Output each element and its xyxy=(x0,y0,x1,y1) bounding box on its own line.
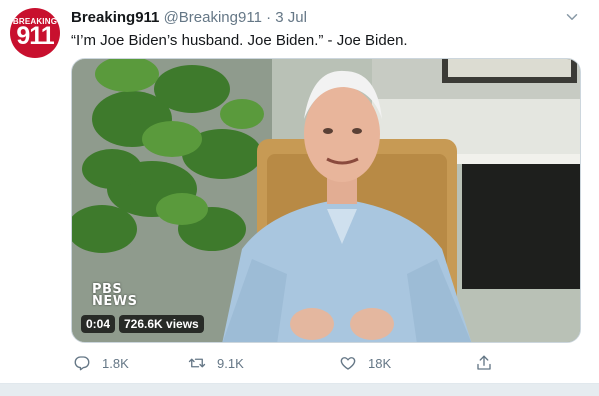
tweet-date[interactable]: 3 Jul xyxy=(275,9,307,26)
retweet-count: 9.1K xyxy=(217,355,244,371)
header-separator: · xyxy=(266,9,272,26)
video-frame xyxy=(72,59,580,342)
share-icon xyxy=(477,355,491,370)
tweet-actions: 1.8K 9.1K 18K xyxy=(71,352,501,374)
reply-count: 1.8K xyxy=(102,355,129,371)
heart-icon xyxy=(340,357,356,370)
like-count: 18K xyxy=(368,355,392,371)
video-player[interactable]: PBS NEWS 0:04 726.6K views xyxy=(71,58,581,343)
watermark-line2: NEWS xyxy=(92,294,138,309)
retweet-button[interactable]: 9.1K xyxy=(188,352,244,374)
chevron-down-icon[interactable] xyxy=(563,8,581,26)
tweet-text: “I’m Joe Biden’s husband. Joe Biden.” - … xyxy=(71,32,408,49)
like-button[interactable]: 18K xyxy=(339,352,391,374)
video-duration-badge: 0:04 xyxy=(81,315,116,333)
avatar-main-text: 911 xyxy=(16,22,54,50)
tweet-header: Breaking911 @Breaking911 · 3 Jul xyxy=(71,8,307,28)
avatar[interactable]: BREAKING 911 xyxy=(10,8,60,58)
share-button[interactable] xyxy=(475,352,493,374)
display-name[interactable]: Breaking911 xyxy=(71,9,159,26)
reply-button[interactable]: 1.8K xyxy=(73,352,129,374)
retweet-icon xyxy=(188,358,206,368)
tweet-card[interactable]: BREAKING 911 Breaking911 @Breaking911 · … xyxy=(0,0,599,396)
pbs-news-watermark: PBS NEWS xyxy=(92,283,138,309)
video-views-badge: 726.6K views xyxy=(119,315,204,333)
feed-divider xyxy=(0,383,599,396)
user-handle[interactable]: @Breaking911 xyxy=(164,9,262,26)
reply-icon xyxy=(74,356,90,371)
